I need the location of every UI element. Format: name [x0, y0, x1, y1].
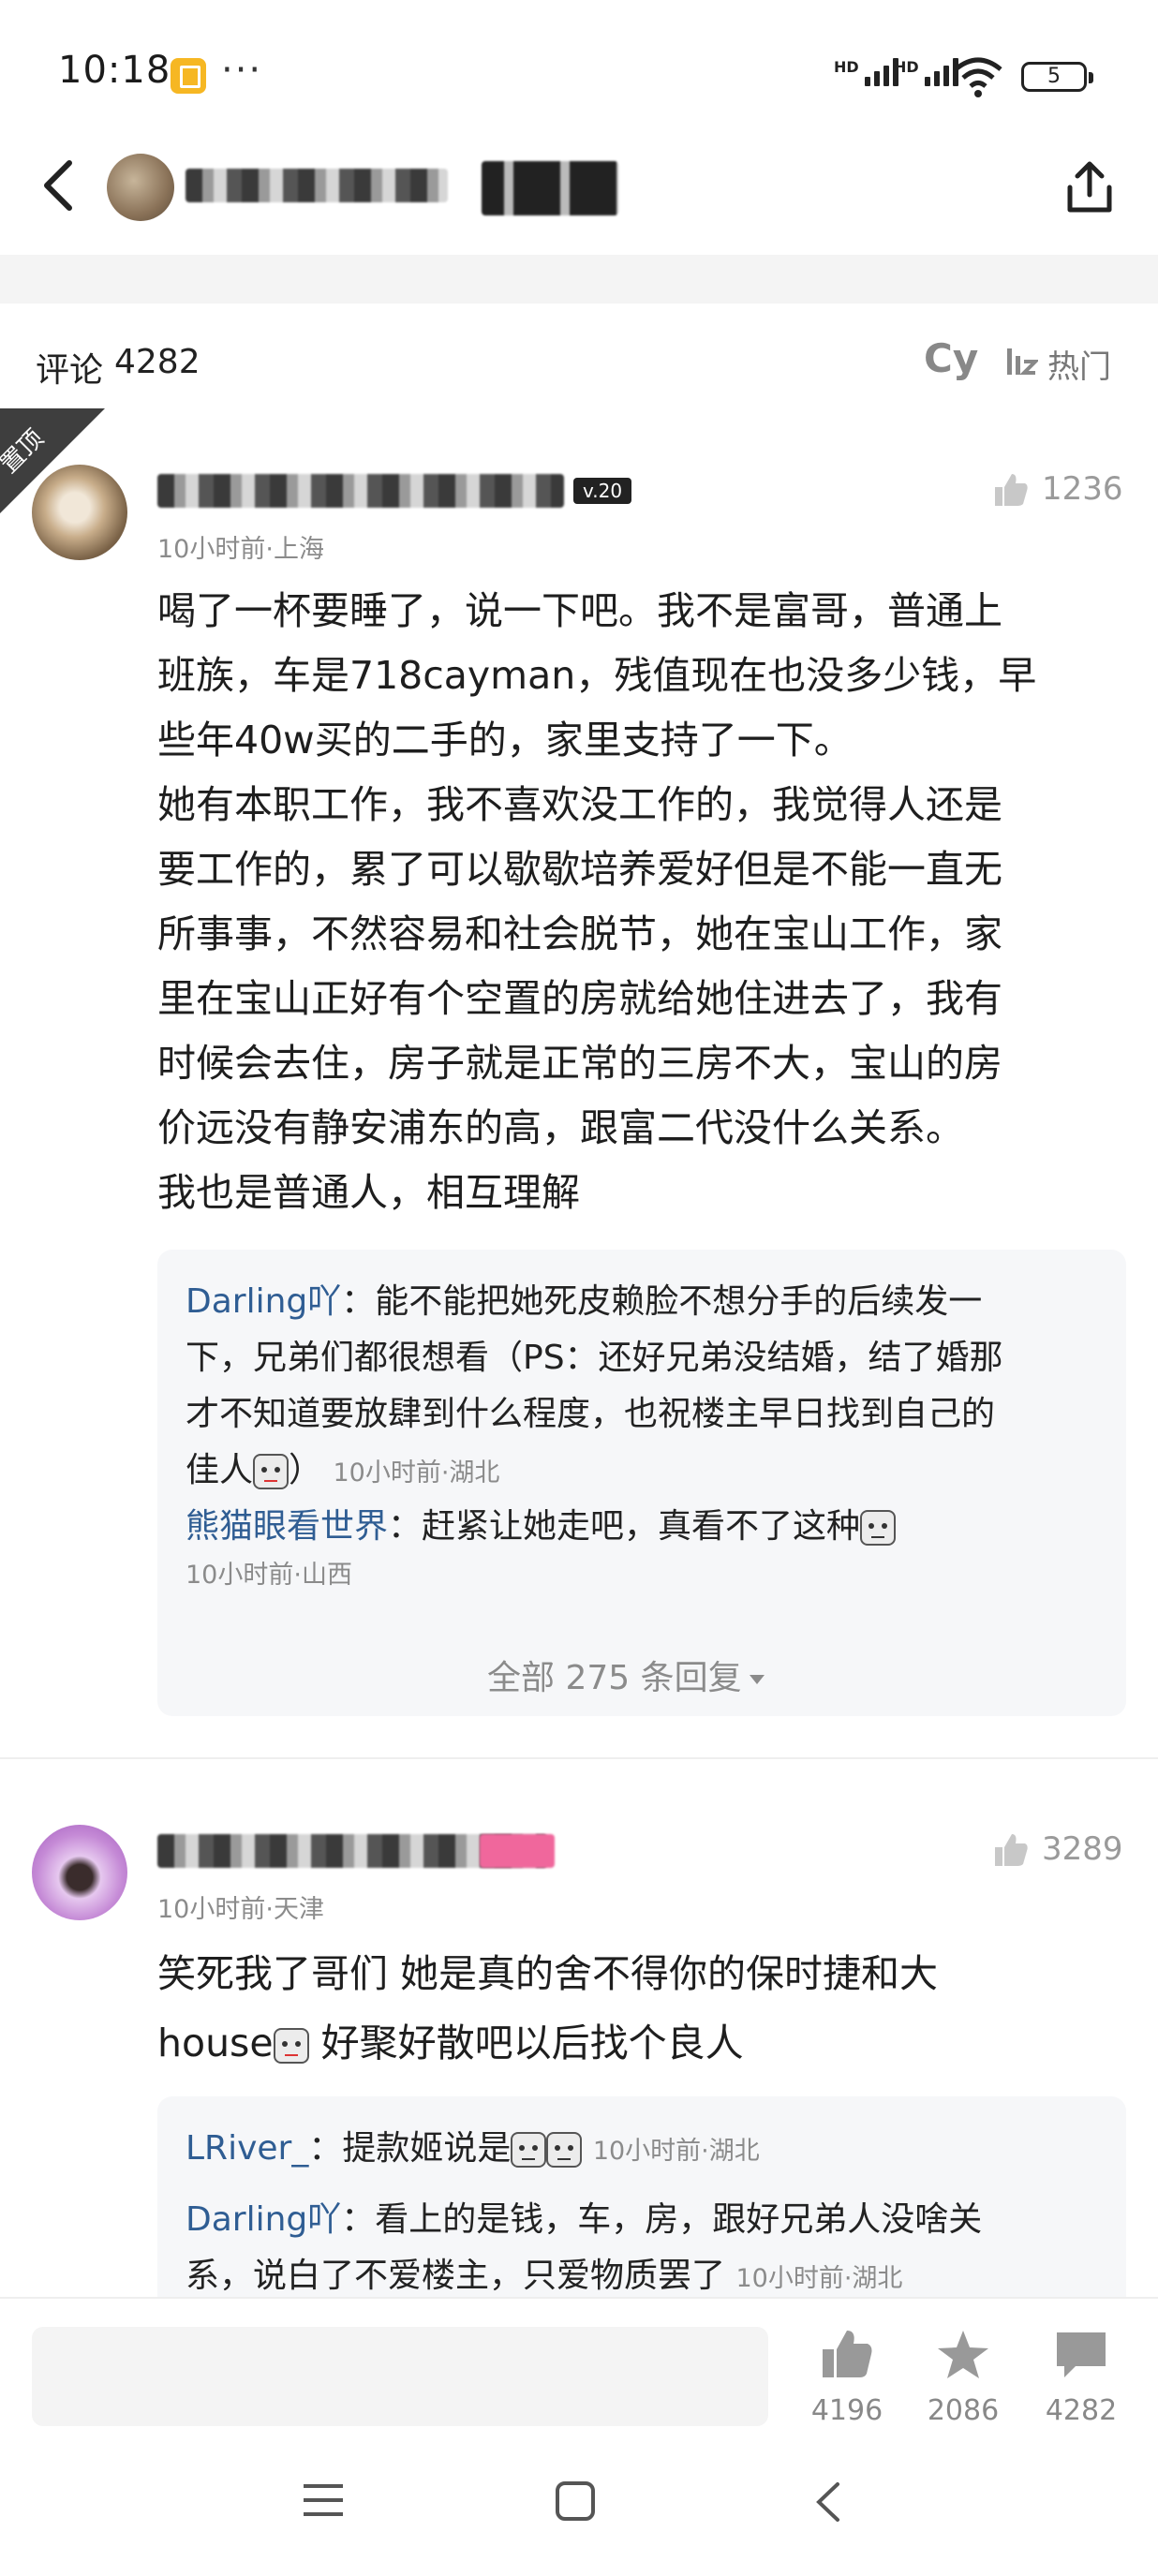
like-total: 4196: [810, 2394, 883, 2427]
emoji-icon: [546, 2132, 583, 2168]
avatar[interactable]: [32, 1825, 127, 1920]
signal-icon: HD: [834, 58, 898, 86]
comments-count: 4282: [114, 343, 200, 381]
like-count: 1236: [1042, 470, 1123, 508]
comment-meta: 10小时前·天津: [157, 1895, 324, 1924]
wifi-icon: [954, 57, 1002, 97]
comment-divider: [0, 1757, 1158, 1759]
sort-hot-button[interactable]: 热门: [1047, 341, 1111, 387]
emoji-icon: [511, 2132, 547, 2168]
avatar[interactable]: [32, 465, 127, 560]
reply-username: LRiver_: [186, 2129, 309, 2168]
favorite-total: 2086: [927, 2394, 1000, 2427]
reply-time: 10小时前·湖北: [333, 1458, 500, 1488]
reply-time: 10小时前·山西: [186, 1561, 352, 1590]
reply-username: Darling吖: [186, 2200, 342, 2239]
home-icon[interactable]: [555, 2480, 596, 2522]
reply-username: Darling吖: [186, 1282, 342, 1321]
comment-meta: 10小时前·上海: [157, 535, 324, 564]
notification-app-icon: [171, 58, 206, 94]
comment-icon[interactable]: [1053, 2329, 1109, 2381]
reply-item[interactable]: LRiver_：提款姬说是 10小时前·湖北: [186, 2121, 1104, 2180]
sort-icon[interactable]: [1004, 345, 1038, 378]
section-divider: [0, 255, 1158, 303]
like-icon[interactable]: [819, 2329, 875, 2381]
reply-time: 10小时前·湖北: [735, 2264, 903, 2293]
signal-icon-2: HD: [894, 58, 958, 86]
comment-body: 喝了一杯要睡了，说一下吧。我不是富哥，普通上 班族，车是718cayman，残值…: [157, 588, 1037, 1215]
commenter-name-redacted[interactable]: [157, 474, 564, 508]
emoji-icon: [273, 2028, 309, 2064]
share-icon[interactable]: [1062, 157, 1117, 217]
user-badge-redacted: [480, 1834, 555, 1868]
cy-button[interactable]: Cy: [924, 335, 978, 381]
reply-time: 10小时前·湖北: [592, 2137, 760, 2166]
menu-icon[interactable]: [302, 2480, 345, 2520]
follow-button[interactable]: [482, 161, 618, 215]
like-icon[interactable]: [991, 1830, 1031, 1870]
comments-title: 评论: [36, 351, 104, 390]
reply-item[interactable]: Darling吖：能不能把她死皮赖脸不想分手的后续发一 下，兄弟们都很想看（PS…: [186, 1274, 1104, 1502]
like-count: 3289: [1042, 1830, 1123, 1868]
back-icon[interactable]: [36, 157, 82, 214]
author-name-redacted[interactable]: [186, 169, 448, 202]
reply-item[interactable]: Darling吖：看上的是钱，车，房，跟好兄弟人没啥关 系，说白了不爱楼主，只爱…: [186, 2192, 1104, 2307]
comment-body: 笑死我了哥们 她是真的舍不得你的保时捷和大 house 好聚好散吧以后找个良人: [157, 1951, 939, 2065]
author-avatar[interactable]: [107, 154, 174, 221]
chevron-down-icon: [749, 1675, 765, 1684]
emoji-icon: [860, 1510, 897, 1546]
reply-item[interactable]: 熊猫眼看世界：赶紧让她走吧，真看不了这种 10小时前·山西: [186, 1499, 1104, 1596]
comment-input[interactable]: [32, 2327, 768, 2426]
nav-back-icon[interactable]: [811, 2480, 845, 2524]
battery-icon: 5: [1021, 62, 1093, 92]
status-time: 10:18: [58, 49, 171, 92]
like-icon[interactable]: [991, 470, 1031, 510]
reply-username: 熊猫眼看世界: [186, 1507, 389, 1546]
star-icon[interactable]: [935, 2329, 991, 2381]
emoji-icon: [253, 1454, 290, 1489]
level-badge: v.20: [573, 478, 631, 504]
view-all-replies-button[interactable]: 全部 275 条回复: [487, 1651, 765, 1699]
comment-total: 4282: [1045, 2394, 1118, 2427]
more-notifications-icon: ···: [221, 49, 263, 92]
